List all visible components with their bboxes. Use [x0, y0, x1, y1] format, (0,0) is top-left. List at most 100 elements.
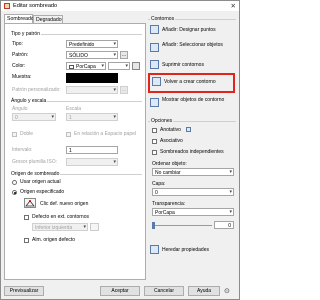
- transparencia-num-input[interactable]: 0: [214, 221, 234, 229]
- background-color-select[interactable]: ▾: [108, 62, 130, 70]
- capa-select[interactable]: 0 ▾: [152, 188, 234, 196]
- usar-origen-actual-label: Usar origen actual: [20, 179, 61, 185]
- origen-especificado-radio[interactable]: [12, 190, 17, 195]
- recreate-boundary-icon: [152, 77, 161, 86]
- add-pick-points-label: Añadir: Designar puntos: [162, 27, 216, 33]
- ordenar-label: Ordenar objeto:: [152, 161, 187, 167]
- add-select-objects-button[interactable]: Añadir: Seleccionar objetos: [148, 41, 236, 57]
- color-swatch-icon: [69, 65, 74, 69]
- cancelar-button[interactable]: Cancelar: [144, 286, 184, 296]
- inherit-properties-icon: [150, 245, 159, 254]
- asociativo-checkbox[interactable]: [152, 139, 157, 144]
- transparencia-select[interactable]: PorCapa ▾: [152, 208, 234, 216]
- escala-value: 1: [69, 115, 72, 121]
- chevron-down-icon: ▾: [113, 159, 116, 165]
- color-extra-icon[interactable]: [132, 62, 140, 70]
- ayuda-button[interactable]: Ayuda: [188, 286, 220, 296]
- patron-personalizado-select[interactable]: ▾: [66, 86, 118, 94]
- angulo-value: 0: [15, 115, 18, 121]
- group-title-contornos: Contornos: [150, 16, 176, 22]
- chevron-down-icon: ▾: [125, 63, 128, 69]
- group-title-angulo-escala: Ángulo y escala: [10, 98, 48, 104]
- escala-select[interactable]: 1 ▾: [66, 113, 118, 121]
- intervalo-input[interactable]: 1: [66, 146, 118, 154]
- group-title-origen: Origen de sombreado: [10, 171, 61, 177]
- anotativo-label: Anotativo: [160, 127, 181, 133]
- alm-origen-checkbox[interactable]: [24, 238, 29, 243]
- transparency-slider[interactable]: [152, 221, 212, 229]
- chevron-down-icon: ▾: [229, 169, 232, 175]
- capa-value: 0: [155, 190, 158, 196]
- recreate-boundary-button[interactable]: Volver a crear contorno: [150, 75, 238, 91]
- color-value: PorCapa: [76, 64, 96, 70]
- color-label: Color:: [12, 63, 26, 69]
- remove-boundaries-button[interactable]: Suprimir contornos: [148, 58, 236, 74]
- ordenar-value: No cambiar: [155, 170, 181, 176]
- inherit-properties-label: Heredar propiedades: [162, 247, 209, 253]
- chevron-down-icon: ▾: [51, 114, 54, 120]
- remove-boundaries-icon: [150, 60, 159, 69]
- ordenar-select[interactable]: No cambiar ▾: [152, 168, 234, 176]
- chevron-down-icon: ▾: [113, 41, 116, 47]
- pick-origin-icon[interactable]: [24, 198, 36, 208]
- grosor-label: Grosor plumilla ISO:: [12, 159, 58, 165]
- select-objects-icon: [150, 43, 159, 52]
- sombreados-independientes-checkbox[interactable]: [152, 150, 157, 155]
- grosor-select[interactable]: ▾: [66, 158, 118, 166]
- display-boundary-label: Mostrar objetos de contorno: [162, 97, 225, 103]
- pick-points-icon: [150, 25, 159, 34]
- chevron-down-icon: ▾: [113, 52, 116, 58]
- patron-browse-button[interactable]: …: [120, 51, 128, 59]
- display-boundary-objects-button[interactable]: Mostrar objetos de contorno: [148, 96, 236, 112]
- doble-checkbox[interactable]: [12, 132, 17, 137]
- patron-value: SÓLIDO: [69, 53, 88, 59]
- relacion-papel-checkbox[interactable]: [66, 132, 71, 137]
- remove-boundaries-label: Suprimir contornos: [162, 62, 204, 68]
- defecto-ext-checkbox[interactable]: [24, 215, 29, 220]
- muestra-label: Muestra:: [12, 74, 32, 80]
- recreate-boundary-label: Volver a crear contorno: [164, 79, 216, 85]
- chevron-down-icon: ▾: [113, 87, 116, 93]
- inherit-properties-button[interactable]: Heredar propiedades: [148, 243, 236, 259]
- previsualizar-button[interactable]: Previsualizar: [4, 286, 44, 296]
- hatch-app-icon: [4, 3, 10, 9]
- usar-origen-actual-radio[interactable]: [12, 180, 17, 185]
- sombreados-independientes-label: Sombreados independientes: [160, 149, 224, 155]
- tipo-label: Tipo:: [12, 41, 23, 47]
- transparencia-label: Transparencia:: [152, 201, 186, 207]
- tipo-select[interactable]: Predefinido ▾: [66, 40, 118, 48]
- patron-label: Patrón:: [12, 52, 29, 58]
- collapse-arrow-icon[interactable]: ⊙: [224, 287, 230, 295]
- chevron-down-icon: ▾: [101, 63, 104, 69]
- slider-track: [152, 225, 212, 226]
- inferior-select[interactable]: Inferior izquierda ▾: [32, 223, 88, 231]
- anotativo-checkbox[interactable]: [152, 128, 157, 133]
- defecto-ext-label: Defecto en ext. contornos: [32, 214, 89, 220]
- patron-select[interactable]: SÓLIDO ▾: [66, 51, 118, 59]
- display-boundary-icon: [150, 98, 159, 107]
- add-select-objects-label: Añadir: Seleccionar objetos: [162, 42, 223, 48]
- close-icon[interactable]: ✕: [231, 2, 236, 10]
- chevron-down-icon: ▾: [229, 209, 232, 215]
- group-title-tipo-patron: Tipo y patrón: [10, 31, 41, 37]
- asociativo-label: Asociativo: [160, 138, 183, 144]
- relacion-papel-label: En relación a Espacio papel: [74, 131, 136, 137]
- escala-label: Escala: [66, 106, 82, 112]
- color-select[interactable]: PorCapa ▾: [66, 62, 106, 70]
- slider-thumb[interactable]: [152, 222, 155, 229]
- chevron-down-icon: ▾: [83, 224, 86, 230]
- alm-origen-label: Alm. origen defecto: [32, 237, 76, 243]
- clic-origen-label[interactable]: Clic def. nuevo origen: [40, 201, 88, 207]
- capa-label: Capa:: [152, 181, 166, 187]
- pattern-sample-swatch[interactable]: [66, 73, 118, 83]
- aceptar-button[interactable]: Aceptar: [100, 286, 140, 296]
- patron-personalizado-browse-button[interactable]: …: [120, 86, 128, 94]
- title-bar: Editar sombreado ✕: [1, 1, 239, 11]
- tipo-value: Predefinido: [69, 42, 95, 48]
- patron-personalizado-label: Patrón personalizado:: [12, 87, 61, 93]
- window-title: Editar sombreado: [13, 3, 58, 9]
- angulo-select[interactable]: 0 ▾: [12, 113, 56, 121]
- inferior-value: Inferior izquierda: [35, 225, 73, 231]
- add-pick-points-button[interactable]: Añadir: Designar puntos: [148, 23, 236, 39]
- annotative-info-icon: [186, 127, 191, 132]
